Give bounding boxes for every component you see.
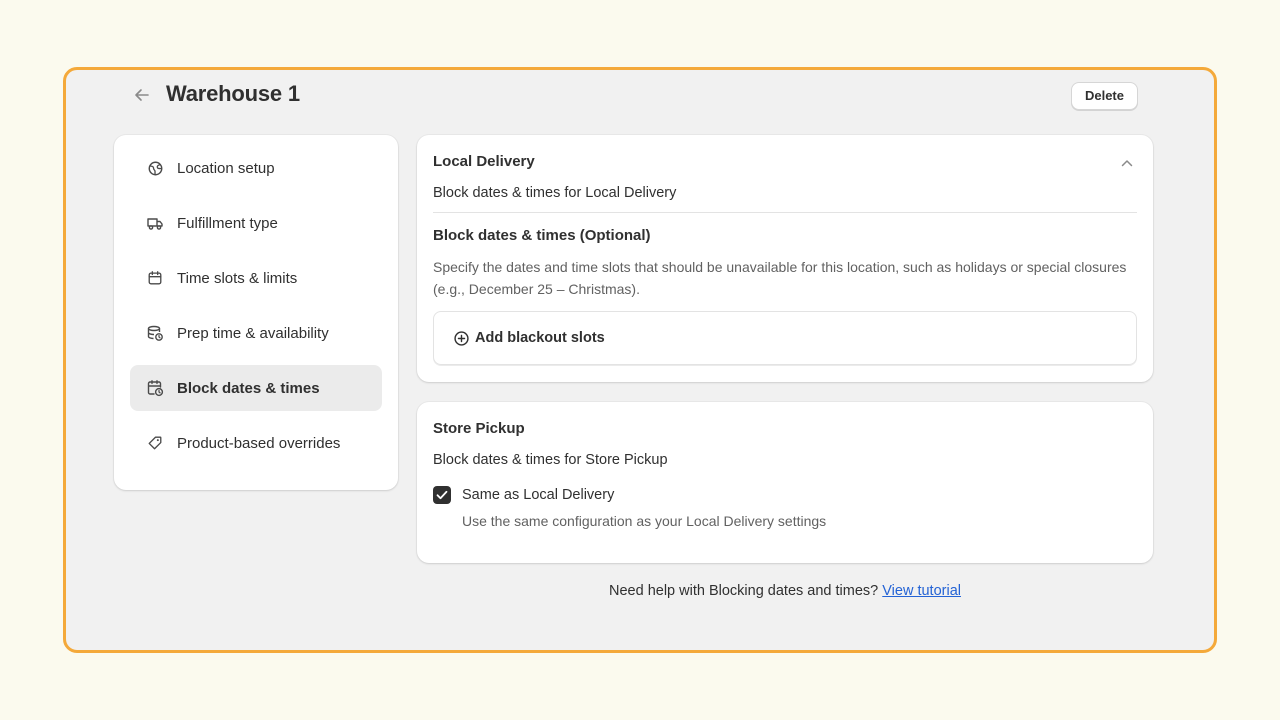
calendar-icon xyxy=(146,269,164,287)
sidebar-item-fulfillment-type[interactable]: Fulfillment type xyxy=(130,200,382,246)
sidebar-item-location-setup[interactable]: Location setup xyxy=(130,145,382,191)
section-title: Block dates & times (Optional) xyxy=(433,227,651,244)
sidebar-item-label: Block dates & times xyxy=(177,379,320,397)
sidebar-item-label: Fulfillment type xyxy=(177,214,278,232)
sidebar-item-label: Location setup xyxy=(177,159,275,177)
sidebar-item-prep-time[interactable]: Prep time & availability xyxy=(130,310,382,356)
local-delivery-card: Local Delivery Block dates & times for L… xyxy=(417,135,1153,382)
checkmark-icon xyxy=(436,490,448,500)
help-footer: Need help with Blocking dates and times?… xyxy=(417,583,1153,599)
view-tutorial-link[interactable]: View tutorial xyxy=(882,583,961,599)
store-pickup-card: Store Pickup Block dates & times for Sto… xyxy=(417,402,1153,563)
sidebar-item-block-dates[interactable]: Block dates & times xyxy=(130,365,382,411)
back-button[interactable] xyxy=(130,83,154,107)
same-as-local-checkbox[interactable] xyxy=(433,486,451,504)
delete-button[interactable]: Delete xyxy=(1070,82,1138,110)
settings-sidebar: Location setup Fulfillment type Time slo… xyxy=(114,135,398,490)
arrow-left-icon xyxy=(135,89,149,101)
sidebar-item-label: Prep time & availability xyxy=(177,324,329,342)
tag-icon xyxy=(146,434,164,452)
chevron-up-icon xyxy=(1121,160,1133,167)
add-blackout-slots-label: Add blackout slots xyxy=(475,330,605,346)
sidebar-item-time-slots[interactable]: Time slots & limits xyxy=(130,255,382,301)
location-globe-icon xyxy=(146,159,164,177)
sidebar-item-product-overrides[interactable]: Product-based overrides xyxy=(130,420,382,466)
divider xyxy=(433,212,1137,213)
section-description: Specify the dates and time slots that sh… xyxy=(433,259,1127,297)
card-subtitle: Block dates & times for Store Pickup xyxy=(433,452,668,468)
card-title: Local Delivery xyxy=(433,153,535,170)
plus-circle-icon xyxy=(453,330,470,347)
sidebar-item-label: Product-based overrides xyxy=(177,434,341,452)
delivery-truck-icon xyxy=(146,214,164,232)
page-header: Warehouse 1 Delete xyxy=(130,80,1138,112)
sidebar-item-label: Time slots & limits xyxy=(177,269,298,287)
checkbox-help-text: Use the same configuration as your Local… xyxy=(462,513,827,529)
database-clock-icon xyxy=(146,324,164,342)
add-blackout-slots-button[interactable]: Add blackout slots xyxy=(433,311,1137,365)
card-subtitle: Block dates & times for Local Delivery xyxy=(433,185,677,201)
card-title: Store Pickup xyxy=(433,420,525,437)
checkbox-label[interactable]: Same as Local Delivery xyxy=(462,487,614,503)
calendar-clock-icon xyxy=(146,379,164,397)
help-text: Need help with Blocking dates and times? xyxy=(609,583,879,599)
page-title: Warehouse 1 xyxy=(166,81,300,106)
collapse-button[interactable] xyxy=(1119,155,1135,171)
